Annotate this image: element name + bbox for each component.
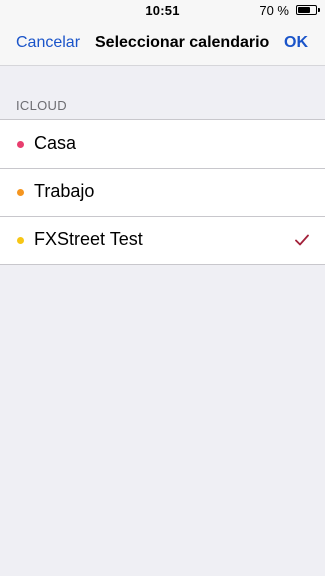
calendar-row-fxstreet-test[interactable]: FXStreet Test — [0, 216, 325, 264]
battery-tip — [318, 8, 320, 12]
checkmark-icon — [295, 234, 309, 246]
battery-icon — [296, 5, 317, 15]
calendar-label: Casa — [34, 133, 77, 153]
battery-percent: 70 % — [259, 3, 289, 18]
status-bar: 10:51 70 % — [0, 0, 325, 22]
calendar-list: Casa Trabajo FXStreet Test — [0, 119, 325, 265]
cancel-button[interactable]: Cancelar — [16, 34, 80, 52]
calendar-row-trabajo[interactable]: Trabajo — [0, 168, 325, 216]
ok-button[interactable]: OK — [284, 34, 308, 52]
calendar-row-casa[interactable]: Casa — [0, 120, 325, 168]
nav-bar: Cancelar Seleccionar calendario OK — [0, 22, 325, 66]
page-title: Seleccionar calendario — [95, 34, 270, 51]
section-header-icloud: ICLOUD — [16, 98, 67, 113]
calendar-label: Trabajo — [34, 181, 95, 201]
calendar-color-dot — [17, 141, 24, 148]
battery-level — [298, 7, 310, 13]
calendar-color-dot — [17, 237, 24, 244]
calendar-label: FXStreet Test — [34, 229, 143, 249]
calendar-color-dot — [17, 189, 24, 196]
